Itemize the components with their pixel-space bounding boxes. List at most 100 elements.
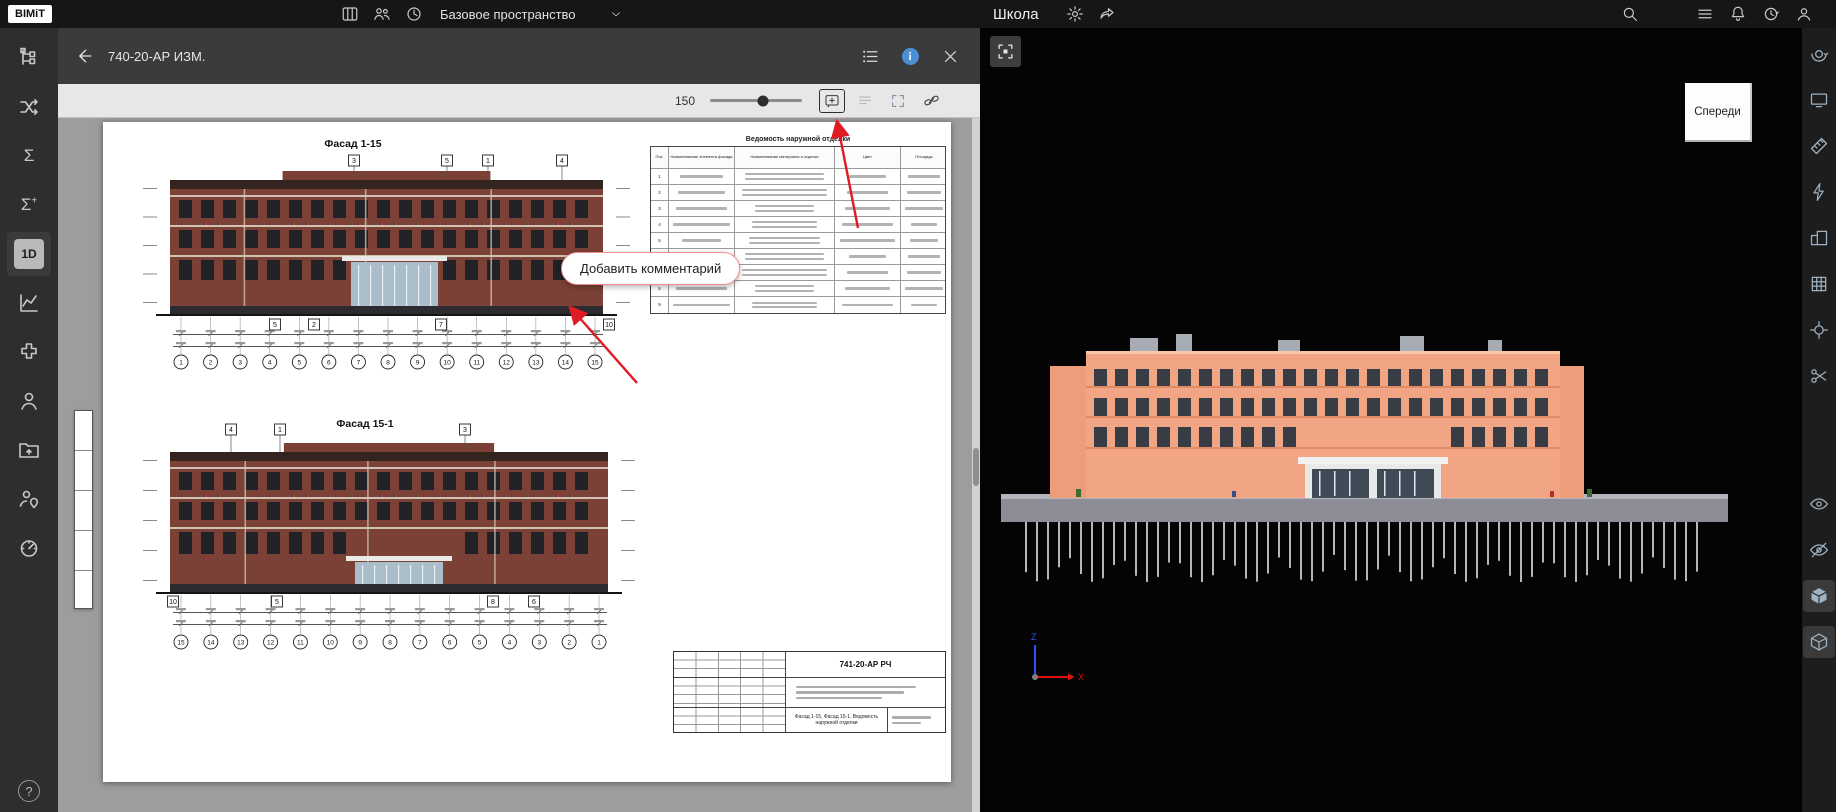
- svg-text:8: 8: [491, 599, 495, 606]
- close-icon[interactable]: [938, 44, 962, 68]
- fullscreen-icon[interactable]: [885, 88, 911, 114]
- mode-1d-button[interactable]: 1D: [7, 232, 51, 276]
- app-logo[interactable]: BIMiT: [8, 5, 52, 23]
- svg-text:4: 4: [268, 359, 272, 366]
- user-location-icon[interactable]: [7, 477, 51, 521]
- info-icon[interactable]: [898, 44, 922, 68]
- svg-text:7: 7: [357, 359, 361, 366]
- svg-text:10: 10: [444, 359, 452, 366]
- sheet-list-icon[interactable]: [858, 44, 882, 68]
- bolt-icon[interactable]: [1803, 176, 1835, 208]
- svg-text:3: 3: [238, 359, 242, 366]
- svg-text:1: 1: [179, 359, 183, 366]
- vertical-scrollbar[interactable]: [972, 118, 980, 812]
- link-lock-icon[interactable]: [918, 88, 944, 114]
- svg-text:2: 2: [209, 359, 213, 366]
- cube-solid-icon[interactable]: [1803, 580, 1835, 612]
- facade-top-title: Фасад 1-15: [293, 138, 413, 150]
- top-bar: BIMiT Базовое пространство Школа: [0, 0, 1836, 28]
- drawing-canvas[interactable]: 1234567891011121314153514527101514131211…: [58, 118, 980, 812]
- help-button[interactable]: ?: [18, 780, 40, 802]
- settings-gear-icon[interactable]: [1065, 4, 1085, 24]
- svg-text:13: 13: [237, 639, 245, 646]
- cube-wire-icon[interactable]: [1803, 626, 1835, 658]
- svg-text:1: 1: [597, 639, 601, 646]
- viewer-toolbar: 150: [58, 84, 980, 118]
- zoom-slider[interactable]: [710, 99, 802, 102]
- sum-add-icon[interactable]: Σ+: [7, 183, 51, 227]
- add-comment-tooltip: Добавить комментарий: [561, 252, 740, 285]
- shared-folder-icon[interactable]: [7, 428, 51, 472]
- svg-text:10: 10: [327, 639, 335, 646]
- locate-icon[interactable]: [1803, 314, 1835, 346]
- left-toolbar: Σ Σ+ 1D ?: [0, 28, 58, 812]
- title-block-cells: [674, 708, 786, 732]
- svg-text:2: 2: [312, 322, 316, 329]
- orbit-icon[interactable]: [1803, 38, 1835, 70]
- eye-off-icon[interactable]: [1803, 534, 1835, 566]
- history-icon[interactable]: [404, 4, 424, 24]
- back-button[interactable]: [72, 44, 96, 68]
- svg-text:15: 15: [591, 359, 599, 366]
- facade-bottom-title: Фасад 15-1: [305, 418, 425, 430]
- sum-icon[interactable]: Σ: [7, 134, 51, 178]
- sheet-code: 741-20-АР РЧ: [786, 652, 945, 677]
- model-structure-icon[interactable]: [7, 36, 51, 80]
- screen-icon[interactable]: [1803, 84, 1835, 116]
- search-button[interactable]: [1620, 0, 1640, 28]
- clip-scissors-icon[interactable]: [1803, 360, 1835, 392]
- svg-text:4: 4: [229, 427, 233, 434]
- user-icon[interactable]: [7, 379, 51, 423]
- apps-icon[interactable]: [340, 4, 360, 24]
- svg-text:5: 5: [275, 599, 279, 606]
- viewer-header: 740-20-АР ИЗМ.: [58, 28, 980, 84]
- svg-text:3: 3: [463, 427, 467, 434]
- viewcube-front-face[interactable]: Спереди: [1685, 83, 1752, 142]
- notifications-bell-icon[interactable]: [1728, 4, 1748, 24]
- buildings-icon[interactable]: [1803, 222, 1835, 254]
- finish-table-row: 4: [651, 217, 945, 233]
- space-selector[interactable]: Базовое пространство: [440, 0, 622, 28]
- project-title: Школа: [993, 6, 1039, 23]
- plugins-icon[interactable]: [7, 330, 51, 374]
- svg-text:4: 4: [508, 639, 512, 646]
- profile-icon[interactable]: [1794, 4, 1814, 24]
- svg-text:5: 5: [445, 158, 449, 165]
- svg-text:10: 10: [169, 599, 177, 606]
- share-icon[interactable]: [1097, 4, 1117, 24]
- gauge-icon[interactable]: [7, 526, 51, 570]
- users-icon[interactable]: [372, 4, 392, 24]
- scrollbar-thumb[interactable]: [973, 448, 979, 486]
- zoom-slider-thumb[interactable]: [758, 95, 769, 106]
- add-comment-button[interactable]: [819, 89, 845, 113]
- viewport-3d[interactable]: ZX Спереди: [980, 28, 1802, 812]
- svg-text:9: 9: [358, 639, 362, 646]
- svg-text:1: 1: [486, 158, 490, 165]
- section-icon[interactable]: [1803, 268, 1835, 300]
- title-block-stage: [887, 708, 945, 732]
- title-block-cells: [674, 678, 786, 707]
- topbar-center: Школа: [993, 0, 1117, 28]
- svg-text:6: 6: [327, 359, 331, 366]
- svg-text:15: 15: [177, 639, 185, 646]
- search-icon: [1620, 4, 1640, 24]
- svg-text:12: 12: [267, 639, 275, 646]
- recent-clock-icon[interactable]: [1761, 4, 1781, 24]
- menu-icon[interactable]: [1695, 4, 1715, 24]
- binding-stamp-strip: [74, 410, 93, 609]
- topbar-right-tools: [1695, 0, 1814, 28]
- svg-text:7: 7: [439, 322, 443, 329]
- links-icon[interactable]: [7, 85, 51, 129]
- focus-target-button[interactable]: [990, 36, 1021, 67]
- comment-list-icon[interactable]: [852, 88, 878, 114]
- title-block-cells: [674, 652, 786, 677]
- svg-text:6: 6: [532, 599, 536, 606]
- eye-icon[interactable]: [1803, 488, 1835, 520]
- measure-icon[interactable]: [1803, 130, 1835, 162]
- main-area: Σ Σ+ 1D ? 740-20-АР ИЗМ.: [0, 28, 1836, 812]
- chart-icon[interactable]: [7, 281, 51, 325]
- svg-text:9: 9: [416, 359, 420, 366]
- model-3d: ZX: [980, 28, 1802, 812]
- svg-text:7: 7: [418, 639, 422, 646]
- svg-text:8: 8: [386, 359, 390, 366]
